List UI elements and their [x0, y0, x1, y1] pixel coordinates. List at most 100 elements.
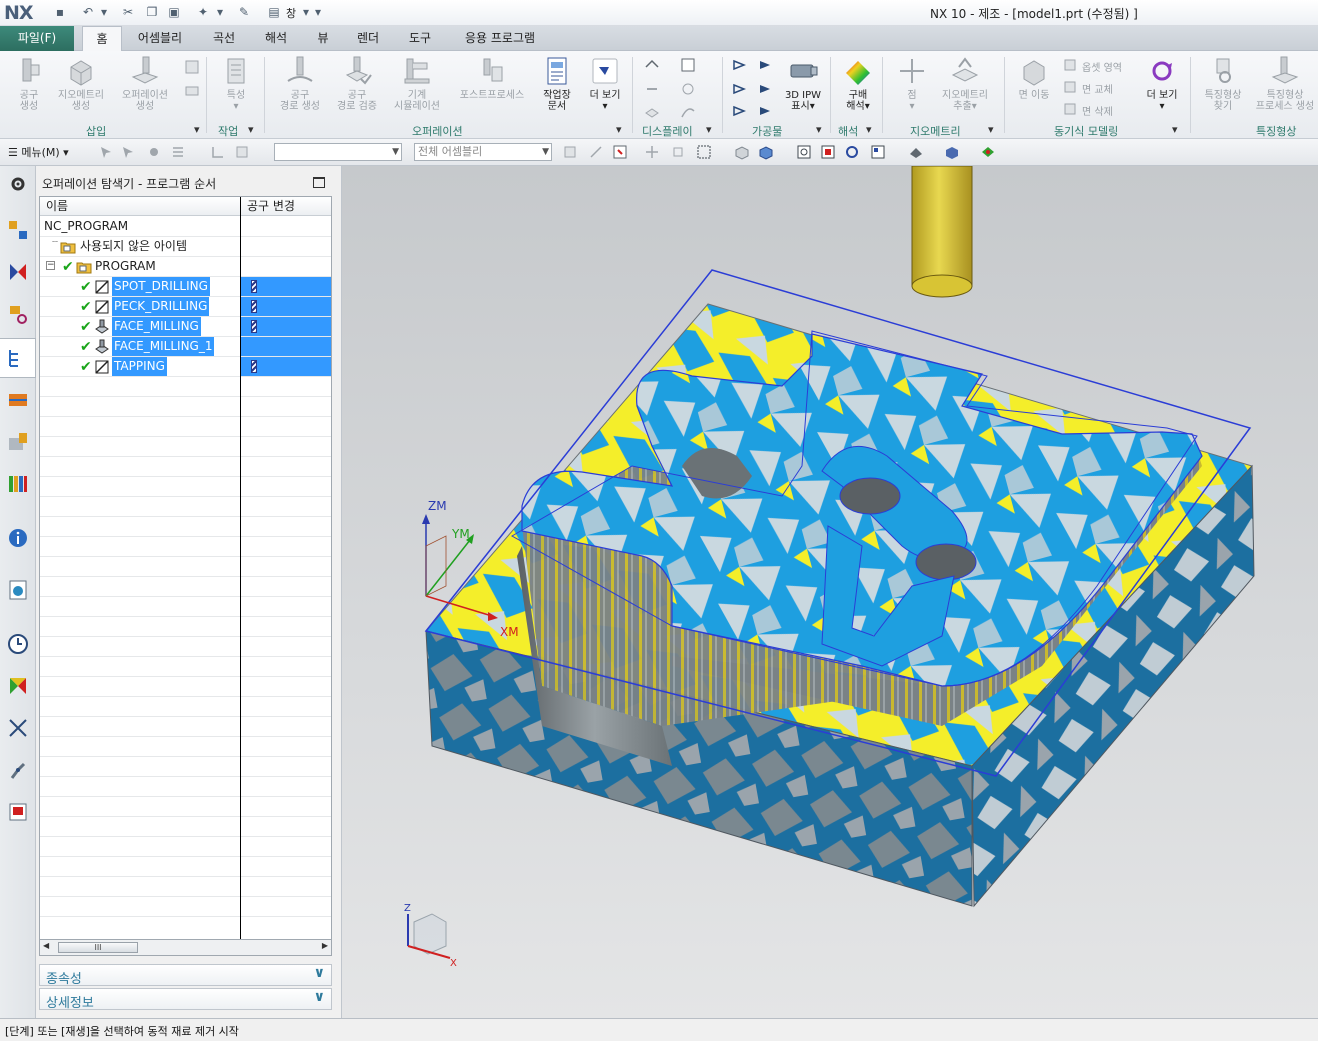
save-icon[interactable]: ▪: [52, 4, 68, 20]
palette-icon[interactable]: [6, 674, 30, 698]
delete-face-icon[interactable]: [1062, 101, 1078, 117]
tree-row-operation[interactable]: ✔ FACE_MILLING_1: [40, 337, 331, 357]
move-face-button[interactable]: 면 이동: [1012, 55, 1056, 101]
group-expand-icon[interactable]: ▾: [816, 123, 822, 136]
select-icon[interactable]: [98, 144, 114, 160]
cutting-tool[interactable]: [911, 166, 973, 287]
work-layer-icon[interactable]: [980, 144, 996, 160]
delete-face-label[interactable]: 면 삭제: [1082, 103, 1113, 118]
solid-icon[interactable]: [734, 144, 750, 160]
rect-select-icon[interactable]: [696, 144, 712, 160]
collapse-toggle[interactable]: −: [46, 261, 55, 270]
machine-tool-navigator-icon[interactable]: [6, 388, 30, 412]
hole-lower[interactable]: [915, 543, 977, 581]
tab-application[interactable]: 응용 프로그램: [452, 26, 548, 51]
scroll-left-icon[interactable]: ◀: [43, 941, 49, 950]
gear-icon[interactable]: [6, 172, 30, 196]
shop-documentation-button[interactable]: 작업장 문서: [536, 55, 578, 112]
feature-process-button[interactable]: 특징형상 프로세스 생성: [1252, 55, 1318, 112]
snap3-icon[interactable]: [670, 144, 686, 160]
render-style-icon[interactable]: [908, 144, 924, 160]
create-method-icon[interactable]: [184, 83, 200, 99]
tree-row-program[interactable]: − ✔ PROGRAM: [40, 257, 331, 277]
tab-assembly[interactable]: 어셈블리: [128, 26, 192, 51]
tab-tools[interactable]: 도구: [400, 26, 440, 51]
tab-home[interactable]: 홈: [82, 26, 122, 52]
tab-render[interactable]: 렌더: [348, 26, 388, 51]
zoom-icon[interactable]: [820, 144, 836, 160]
display-point-icon[interactable]: [680, 81, 696, 97]
workpiece-arrow5-icon[interactable]: [732, 103, 748, 119]
properties-button[interactable]: 특성 ▾: [214, 55, 258, 112]
tool-tip[interactable]: [911, 274, 973, 298]
create-geometry-button[interactable]: 지오메트리 생성: [54, 55, 108, 112]
group-expand-icon[interactable]: ▾: [1172, 123, 1178, 136]
constraint-navigator-icon[interactable]: [6, 260, 30, 284]
copy-icon[interactable]: ❐: [144, 4, 160, 20]
tree-row-unused-items[interactable]: ┄ 사용되지 않은 아이템: [40, 237, 331, 257]
display-icon[interactable]: [680, 57, 696, 73]
offset-region-icon[interactable]: [1062, 57, 1078, 73]
create-operation-button[interactable]: 오퍼레이션 생성: [116, 55, 174, 112]
touch-mode-icon[interactable]: ✎: [236, 4, 252, 20]
fit-view-icon[interactable]: [796, 144, 812, 160]
verify-toolpath-button[interactable]: 공구 경로 검증: [330, 55, 384, 112]
operation-navigator-icon[interactable]: [6, 346, 30, 370]
robot-icon[interactable]: [6, 758, 30, 782]
list-icon[interactable]: [170, 144, 186, 160]
filter-icon[interactable]: [146, 144, 162, 160]
postprocess-button[interactable]: 포스트프로세스: [452, 55, 532, 101]
tree-row-nc-program[interactable]: NC_PROGRAM: [40, 217, 331, 237]
history-clock-icon[interactable]: [6, 632, 30, 656]
column-header-name[interactable]: 이름: [40, 197, 240, 216]
create-program-icon[interactable]: [184, 59, 200, 75]
column-divider[interactable]: [240, 197, 241, 939]
machining-feature-icon[interactable]: [6, 430, 30, 454]
shaded-cube-icon[interactable]: [758, 144, 774, 160]
snap2-icon[interactable]: [588, 144, 604, 160]
snap-point-icon[interactable]: [612, 144, 628, 160]
machine-simulation-button[interactable]: 기계 시뮬레이션: [388, 55, 446, 112]
operation-more-button[interactable]: 더 보기 ▾: [584, 55, 626, 112]
find-feature-button[interactable]: 특징형상 찾기: [1196, 55, 1250, 112]
dropdown-icon[interactable]: ▾: [96, 4, 112, 20]
group-expand-icon[interactable]: ▾: [194, 123, 200, 136]
tab-analysis[interactable]: 해석: [256, 26, 296, 51]
point-button[interactable]: 점 ▾: [892, 55, 932, 112]
group-expand-icon[interactable]: ▾: [706, 123, 712, 136]
replay-icon[interactable]: [644, 81, 660, 97]
maximize-icon[interactable]: [313, 177, 325, 188]
web-browser-icon[interactable]: [6, 578, 30, 602]
model-view[interactable]: ZM YM XM Z X: [342, 166, 1318, 1018]
part-navigator-icon[interactable]: [6, 302, 30, 326]
orient-view-icon[interactable]: [870, 144, 886, 160]
repeat-command-icon[interactable]: ✦: [195, 4, 211, 20]
snap-icon[interactable]: [562, 144, 578, 160]
offset-region-label[interactable]: 옵셋 영역: [1082, 59, 1122, 74]
group-expand-icon[interactable]: ▾: [248, 123, 254, 136]
replace-face-label[interactable]: 면 교체: [1082, 81, 1113, 96]
extract-geometry-button[interactable]: 지오메트리 추출▾: [936, 55, 994, 112]
tree-row-operation[interactable]: ✔ SPOT_DRILLING: [40, 277, 331, 297]
group-icon[interactable]: [234, 144, 250, 160]
presentation-icon[interactable]: [6, 800, 30, 824]
workpiece-arrow4-icon[interactable]: [758, 81, 774, 97]
workpiece-arrow2-icon[interactable]: [758, 57, 774, 73]
display-layer-icon[interactable]: [644, 103, 660, 119]
details-panel-header[interactable]: 상세정보 ∨: [39, 988, 332, 1011]
undo-icon[interactable]: ↶: [80, 4, 96, 20]
select-all-icon[interactable]: [120, 144, 136, 160]
tree-icon[interactable]: [210, 144, 226, 160]
sync-more-button[interactable]: 더 보기 ▾: [1140, 55, 1184, 112]
reuse-library-icon[interactable]: [6, 472, 30, 496]
show-3d-ipw-button[interactable]: 3D IPW 표시▾: [780, 55, 826, 112]
menu-button[interactable]: ☰ 메뉴(M) ▾: [8, 144, 69, 160]
hole-upper[interactable]: [839, 477, 901, 515]
workpiece-arrow6-icon[interactable]: [758, 103, 774, 119]
graphics-window[interactable]: ZM YM XM Z X: [342, 166, 1318, 1018]
gradient-analysis-button[interactable]: 구배 해석▾: [838, 55, 878, 112]
display-toolpath-icon[interactable]: [644, 57, 660, 73]
group-expand-icon[interactable]: ▾: [866, 123, 872, 136]
scroll-right-icon[interactable]: ▶: [322, 941, 328, 950]
dependencies-panel-header[interactable]: 종속성 ∨: [39, 964, 332, 987]
